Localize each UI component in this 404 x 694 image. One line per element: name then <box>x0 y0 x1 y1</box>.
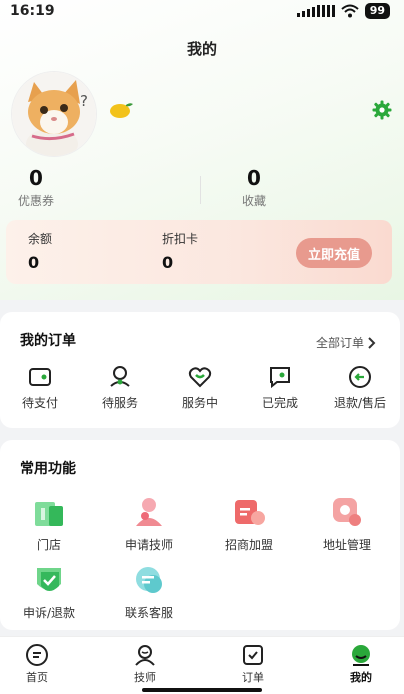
order-completed-label: 已完成 <box>261 396 298 410</box>
tab-home[interactable]: 首页 <box>2 643 72 685</box>
gear-icon[interactable] <box>372 100 392 120</box>
franchise-icon <box>235 500 265 525</box>
function-contact-service-label: 联系客服 <box>124 606 173 620</box>
recharge-button[interactable]: 立即充值 <box>296 238 372 268</box>
coupon-stat[interactable]: 0 优惠券 <box>0 166 96 209</box>
function-store-label: 门店 <box>36 538 61 552</box>
avatar[interactable] <box>12 72 96 156</box>
status-bar: 16:19 99 <box>0 0 404 22</box>
my-orders-card: 我的订单 全部订单 待支付 待服务 服务中 已完成 退款/售后 <box>0 312 400 428</box>
tab-technician-label: 技师 <box>134 671 156 684</box>
home-icon <box>26 644 48 666</box>
function-franchise-label: 招商加盟 <box>224 538 273 552</box>
status-time: 16:19 <box>10 3 55 19</box>
balance-label: 余额 <box>28 232 53 246</box>
order-pending-payment[interactable]: 待支付 <box>2 364 78 411</box>
function-store[interactable]: 门店 <box>4 494 94 553</box>
refund-icon <box>349 366 371 388</box>
function-appeal-refund-label: 申诉/退款 <box>22 606 76 620</box>
profile-icon <box>352 645 370 666</box>
order-completed[interactable]: 已完成 <box>242 364 318 411</box>
discount-card-label: 折扣卡 <box>162 232 199 246</box>
appeal-icon <box>37 568 61 591</box>
battery-indicator: 99 <box>364 3 390 19</box>
order-pending-service-label: 待服务 <box>101 396 138 410</box>
wifi-icon <box>341 4 359 18</box>
favorites-label: 收藏 <box>241 194 266 208</box>
tab-profile-label: 我的 <box>350 671 372 684</box>
technician-icon <box>135 645 155 666</box>
apply-technician-icon <box>136 498 162 526</box>
cat-avatar-image <box>12 72 96 156</box>
favorites-count: 0 <box>247 166 261 190</box>
all-orders-label: 全部订单 <box>316 336 365 350</box>
all-orders-link[interactable]: 全部订单 <box>316 334 376 351</box>
favorites-stat[interactable]: 0 收藏 <box>194 166 314 209</box>
tab-technician[interactable]: 技师 <box>110 643 180 685</box>
balance-item[interactable]: 余额 0 <box>28 230 52 272</box>
function-contact-service[interactable]: 联系客服 <box>104 562 194 621</box>
function-appeal-refund[interactable]: 申诉/退款 <box>4 562 94 621</box>
signal-icon <box>296 5 335 17</box>
profile-help-mark[interactable]: ? <box>80 92 88 110</box>
discount-card-item[interactable]: 折扣卡 0 <box>162 230 198 272</box>
order-refund-label: 退款/售后 <box>333 396 387 410</box>
tab-home-label: 首页 <box>26 671 48 684</box>
order-icon <box>243 645 263 665</box>
function-franchise[interactable]: 招商加盟 <box>204 494 294 553</box>
order-refund[interactable]: 退款/售后 <box>322 364 398 411</box>
my-orders-title: 我的订单 <box>20 333 76 349</box>
order-in-service[interactable]: 服务中 <box>162 364 238 411</box>
function-address-management[interactable]: 地址管理 <box>302 494 392 553</box>
store-icon <box>35 502 63 526</box>
coupon-count: 0 <box>29 166 43 190</box>
function-apply-technician-label: 申请技师 <box>124 538 173 552</box>
common-functions-card: 常用功能 门店 申请技师 招商加盟 地址管理 申诉/退款 联系客服 <box>0 440 400 630</box>
common-functions-title: 常用功能 <box>20 461 76 477</box>
chevron-right-icon <box>368 336 376 349</box>
home-indicator <box>142 688 262 692</box>
wallet-icon <box>29 368 51 386</box>
status-indicators: 99 <box>296 3 390 19</box>
bottom-tab-bar: 首页 技师 订单 我的 <box>0 636 404 694</box>
message-check-icon <box>270 367 290 389</box>
page-title: 我的 <box>186 40 217 58</box>
location-icon <box>333 498 361 526</box>
service-person-icon <box>110 366 130 387</box>
tab-orders-label: 订单 <box>242 671 264 684</box>
function-address-management-label: 地址管理 <box>322 538 371 552</box>
lemon-icon <box>110 103 133 118</box>
tab-orders[interactable]: 订单 <box>218 643 288 685</box>
tab-profile[interactable]: 我的 <box>326 643 396 685</box>
order-pending-service[interactable]: 待服务 <box>82 364 158 411</box>
heart-icon <box>188 367 212 388</box>
customer-service-icon <box>136 567 162 593</box>
balance-value: 0 <box>28 253 40 272</box>
order-in-service-label: 服务中 <box>181 396 218 410</box>
function-apply-technician[interactable]: 申请技师 <box>104 494 194 553</box>
discount-card-value: 0 <box>162 253 174 272</box>
coupon-label: 优惠券 <box>17 194 54 208</box>
order-pending-payment-label: 待支付 <box>21 396 58 410</box>
